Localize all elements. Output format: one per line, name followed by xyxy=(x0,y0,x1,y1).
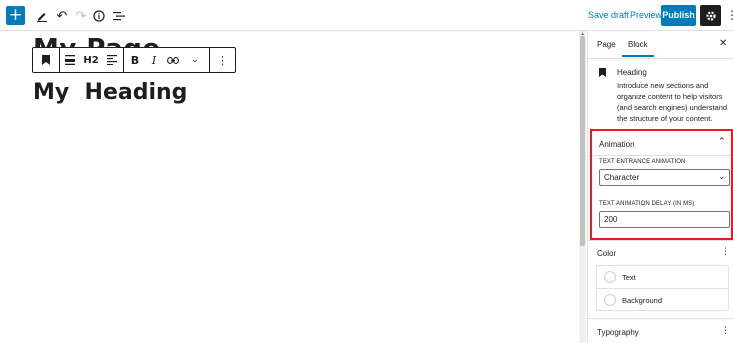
animation-panel: Animation ⌃ TEXT ENTRANCE ANIMATION Char… xyxy=(590,129,733,240)
tab-page[interactable]: Page xyxy=(597,40,616,49)
more-vertical-icon[interactable]: ⋮ xyxy=(721,326,730,336)
redo-icon[interactable]: ↷ xyxy=(72,7,90,25)
animation-delay-input[interactable]: 200 xyxy=(599,211,730,228)
color-settings-list: Text Background xyxy=(596,265,729,311)
publish-button[interactable]: Publish xyxy=(661,5,696,26)
editor-header: + ↶ ↷ Save draft Preview Publish ⋮ xyxy=(0,0,733,31)
block-name: Heading xyxy=(617,68,647,77)
add-block-button[interactable]: + xyxy=(6,6,25,25)
undo-icon[interactable]: ↶ xyxy=(53,7,71,25)
animation-panel-title[interactable]: Animation xyxy=(599,140,635,149)
color-item-label: Text xyxy=(622,273,636,282)
entrance-animation-select[interactable]: Character ⌄ xyxy=(599,169,730,186)
italic-button[interactable]: I xyxy=(146,48,162,72)
scroll-up-icon[interactable]: ▲ xyxy=(580,31,585,37)
more-vertical-icon[interactable]: ⋮ xyxy=(721,247,730,257)
heading-block[interactable]: My Heading xyxy=(33,80,187,105)
chevron-up-icon[interactable]: ⌃ xyxy=(718,137,726,147)
block-toolbar: H2 B I ⌄ ⋮ xyxy=(32,47,236,73)
chevron-down-icon[interactable]: ⌄ xyxy=(184,48,206,72)
align-icon[interactable] xyxy=(60,48,80,72)
color-swatch xyxy=(604,271,616,283)
color-item-label: Background xyxy=(622,296,663,305)
save-draft-button[interactable]: Save draft xyxy=(588,10,629,20)
link-icon[interactable] xyxy=(162,48,184,72)
gear-icon xyxy=(705,10,716,21)
info-icon[interactable] xyxy=(90,7,108,25)
settings-button[interactable] xyxy=(700,5,721,26)
preview-button[interactable]: Preview xyxy=(630,10,662,20)
scrollbar-thumb[interactable] xyxy=(580,36,585,246)
block-description: Introduce new sections and organize cont… xyxy=(617,81,728,123)
color-item-background[interactable]: Background xyxy=(597,288,728,310)
list-view-icon[interactable] xyxy=(110,7,128,25)
more-vertical-icon[interactable]: ⋮ xyxy=(726,8,733,22)
pencil-icon[interactable] xyxy=(33,7,51,25)
color-panel-title[interactable]: Color xyxy=(597,249,616,258)
entrance-animation-label: TEXT ENTRANCE ANIMATION xyxy=(599,159,686,165)
divider xyxy=(588,318,733,319)
text-align-icon[interactable] xyxy=(102,48,122,72)
typography-panel-title[interactable]: Typography xyxy=(597,328,639,337)
tab-block[interactable]: Block xyxy=(622,40,654,57)
color-swatch xyxy=(604,294,616,306)
sidebar-tabs: Page Block ✕ xyxy=(588,31,733,59)
close-icon[interactable]: ✕ xyxy=(719,38,727,49)
block-options-button[interactable]: ⋮ xyxy=(210,48,235,72)
bold-button[interactable]: B xyxy=(124,48,146,72)
heading-level-button[interactable]: H2 xyxy=(80,48,102,72)
chevron-down-icon: ⌄ xyxy=(718,172,725,181)
divider xyxy=(588,240,733,241)
bookmark-icon xyxy=(599,68,606,77)
color-item-text[interactable]: Text xyxy=(597,266,728,288)
entrance-animation-value: Character xyxy=(604,173,640,182)
animation-delay-label: TEXT ANIMATION DELAY (IN MS) xyxy=(599,201,695,207)
settings-sidebar: Page Block ✕ Heading Introduce new secti… xyxy=(587,31,733,343)
bookmark-icon[interactable] xyxy=(33,48,59,72)
